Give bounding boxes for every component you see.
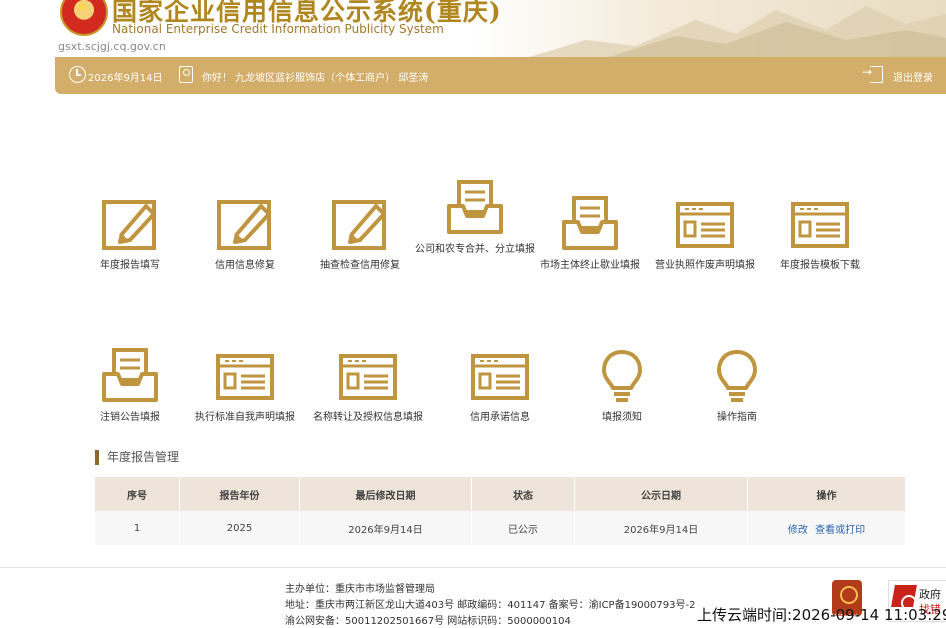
col-status: 状态 (471, 477, 575, 511)
cell-modified: 2026年9月14日 (299, 511, 472, 545)
form-icon (791, 202, 849, 248)
logout-icon[interactable] (862, 65, 883, 83)
func-label: 营业执照作废声明填报 (655, 260, 755, 271)
func-filing-notes[interactable]: 填报须知 (562, 348, 682, 426)
gov-label: 政府 (919, 588, 941, 601)
footer-address: 地址：重庆市两江新区龙山大道403号 邮政编码：401147 备案号：渝ICP备… (285, 600, 696, 611)
func-label: 市场主体终止歇业填报 (540, 260, 640, 271)
site-header: 国家企业信用信息公示系统(重庆) National Enterprise Cre… (0, 0, 946, 58)
inbox-icon (447, 180, 503, 234)
footer-sponsor: 主办单位：重庆市市场监督管理局 (285, 584, 435, 595)
table-row: 1 2025 2026年9月14日 已公示 2026年9月14日 修改 查看或打… (95, 511, 906, 545)
cell-index: 1 (95, 511, 180, 545)
func-label: 名称转让及授权信息填报 (313, 412, 423, 423)
national-emblem-icon (60, 0, 108, 36)
func-standard-declaration[interactable]: 执行标准自我声明填报 (185, 348, 305, 426)
top-bar: 2026年9月14日 你好！ 九龙坡区蓝衫服饰店（个体工商户） 邱圣涛 退出登录 (55, 57, 946, 94)
site-url: gsxt.scjgj.cq.gov.cn (58, 40, 166, 53)
col-actions: 操作 (747, 477, 906, 511)
func-deregistration[interactable]: 注销公告填报 (70, 348, 190, 426)
edit-icon (217, 200, 271, 250)
func-name-transfer[interactable]: 名称转让及授权信息填报 (308, 348, 428, 426)
edit-icon (102, 200, 156, 250)
func-label: 信用承诺信息 (470, 412, 530, 423)
lightbulb-icon (601, 349, 643, 402)
func-label: 年度报告填写 (100, 260, 160, 271)
user-card-icon (179, 66, 193, 83)
inbox-icon (102, 348, 158, 402)
edit-link[interactable]: 修改 (788, 525, 808, 536)
func-label: 注销公告填报 (100, 412, 160, 423)
func-label: 填报须知 (602, 412, 642, 423)
form-icon (339, 354, 397, 400)
footer-security: 渝公网安备：50011202501667号 网站标识码：5000000104 (285, 616, 571, 627)
form-icon (676, 202, 734, 248)
annual-report-section-title: 年度报告管理 (95, 450, 179, 465)
func-label: 年度报告模板下载 (780, 260, 860, 271)
func-label: 信用信息修复 (215, 260, 275, 271)
func-label: 执行标准自我声明填报 (195, 412, 295, 423)
inbox-icon (562, 196, 618, 250)
func-merger-split[interactable]: 公司和农专合并、分立填报 (415, 180, 535, 258)
func-credit-repair[interactable]: 信用信息修复 (185, 196, 305, 274)
func-inspection-repair[interactable]: 抽查检查信用修复 (300, 196, 420, 274)
logout-button[interactable]: 退出登录 (893, 69, 933, 84)
func-annual-report[interactable]: 年度报告填写 (70, 196, 190, 274)
func-label: 抽查检查信用修复 (320, 260, 400, 271)
lightbulb-icon (716, 349, 758, 402)
func-template-download[interactable]: 年度报告模板下载 (760, 196, 880, 274)
current-date: 2026年9月14日 (88, 73, 163, 84)
site-title-en: National Enterprise Credit Information P… (112, 22, 444, 36)
func-operation-guide[interactable]: 操作指南 (677, 348, 797, 426)
mountain-background (526, 6, 946, 58)
user-greeting: 你好！ 九龙坡区蓝衫服饰店（个体工商户） 邱圣涛 (202, 73, 429, 84)
cell-year: 2025 (179, 511, 300, 545)
table-header-row: 序号 报告年份 最后修改日期 状态 公示日期 操作 (95, 477, 906, 511)
func-termination[interactable]: 市场主体终止歇业填报 (530, 196, 650, 274)
cell-status: 已公示 (471, 511, 575, 545)
edit-icon (332, 200, 386, 250)
func-license-void[interactable]: 营业执照作废声明填报 (645, 196, 765, 274)
form-icon (471, 354, 529, 400)
clock-icon (69, 66, 86, 83)
cell-actions: 修改 查看或打印 (747, 511, 906, 545)
func-label: 操作指南 (717, 412, 757, 423)
view-print-link[interactable]: 查看或打印 (815, 525, 865, 536)
annual-report-table: 序号 报告年份 最后修改日期 状态 公示日期 操作 1 2025 2026年9月… (95, 477, 906, 545)
upload-timestamp: 上传云端时间:2026-09-14 11:03:29 (697, 606, 946, 624)
cell-published: 2026年9月14日 (574, 511, 748, 545)
col-year: 报告年份 (179, 477, 300, 511)
col-index: 序号 (95, 477, 180, 511)
form-icon (216, 354, 274, 400)
func-credit-commitment[interactable]: 信用承诺信息 (440, 348, 560, 426)
func-label: 公司和农专合并、分立填报 (415, 244, 535, 255)
col-modified: 最后修改日期 (299, 477, 472, 511)
col-published: 公示日期 (574, 477, 748, 511)
